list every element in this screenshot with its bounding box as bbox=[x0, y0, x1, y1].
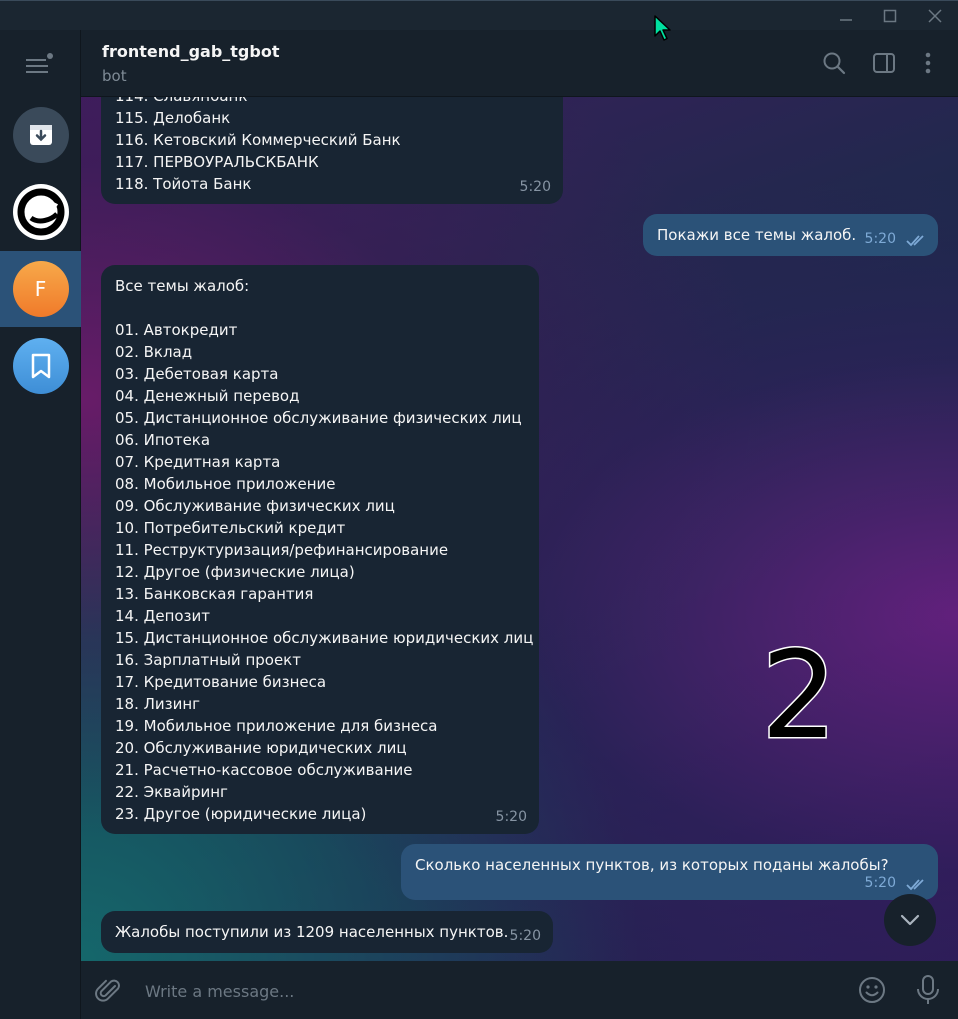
message-time: 5:20 bbox=[495, 809, 527, 825]
message-text: 114. Славянбанк 115. Делобанк 116. Кетов… bbox=[115, 97, 401, 193]
message-time: 5:20 bbox=[519, 179, 551, 195]
avatar-letter: F bbox=[34, 277, 47, 301]
saved-messages[interactable] bbox=[0, 328, 81, 404]
read-checkmarks-icon bbox=[906, 879, 924, 891]
message-incoming[interactable]: Жалобы поступили из 1209 населенных пунк… bbox=[101, 911, 553, 953]
chat-status: bot bbox=[102, 67, 127, 85]
archive-icon bbox=[12, 107, 69, 163]
bot-avatar: F bbox=[12, 261, 69, 317]
archive-chat[interactable] bbox=[0, 97, 81, 173]
window-title-bar bbox=[0, 0, 958, 30]
more-options-icon[interactable] bbox=[915, 50, 941, 76]
sidebar-toggle-icon[interactable] bbox=[871, 50, 897, 76]
message-time: 5:20 bbox=[509, 928, 541, 944]
chat-avatar-logo[interactable] bbox=[0, 174, 81, 250]
bank-logo-icon bbox=[12, 184, 69, 240]
menu-icon[interactable] bbox=[24, 52, 56, 78]
message-input[interactable] bbox=[143, 971, 847, 1011]
mouse-cursor-icon bbox=[653, 14, 673, 42]
message-time: 5:20 bbox=[864, 231, 896, 247]
message-text: Жалобы поступили из 1209 населенных пунк… bbox=[115, 923, 509, 941]
chat-folders-rail: F bbox=[0, 30, 81, 1019]
chat-title[interactable]: frontend_gab_tgbot bbox=[102, 42, 279, 61]
maximize-icon[interactable] bbox=[878, 4, 902, 28]
close-icon[interactable] bbox=[923, 4, 947, 28]
scroll-to-bottom-button[interactable] bbox=[884, 894, 936, 946]
message-time: 5:20 bbox=[864, 875, 896, 891]
microphone-icon[interactable] bbox=[915, 974, 941, 1006]
chat-header: frontend_gab_tgbot bot bbox=[81, 30, 958, 97]
message-text: Сколько населенных пунктов, из которых п… bbox=[415, 856, 889, 874]
search-icon[interactable] bbox=[821, 50, 847, 76]
message-outgoing[interactable]: Сколько населенных пунктов, из которых п… bbox=[401, 844, 938, 900]
message-list[interactable]: 114. Славянбанк 115. Делобанк 116. Кетов… bbox=[81, 97, 958, 961]
overlay-number: 2 bbox=[759, 627, 838, 766]
message-composer bbox=[81, 961, 958, 1019]
read-checkmarks-icon bbox=[906, 235, 924, 247]
attach-icon[interactable] bbox=[95, 977, 123, 1005]
message-incoming[interactable]: 114. Славянбанк 115. Делобанк 116. Кетов… bbox=[101, 97, 563, 204]
emoji-icon[interactable] bbox=[857, 975, 887, 1005]
minimize-icon[interactable] bbox=[834, 4, 858, 28]
message-incoming[interactable]: Все темы жалоб: 01. Автокредит 02. Вклад… bbox=[101, 265, 539, 834]
message-text: Все темы жалоб: 01. Автокредит 02. Вклад… bbox=[115, 277, 534, 823]
message-outgoing[interactable]: Покажи все темы жалоб. 5:20 bbox=[643, 214, 938, 256]
chat-avatar-active[interactable]: F bbox=[0, 251, 81, 327]
chevron-down-icon bbox=[900, 914, 920, 926]
bookmark-icon bbox=[12, 338, 69, 394]
